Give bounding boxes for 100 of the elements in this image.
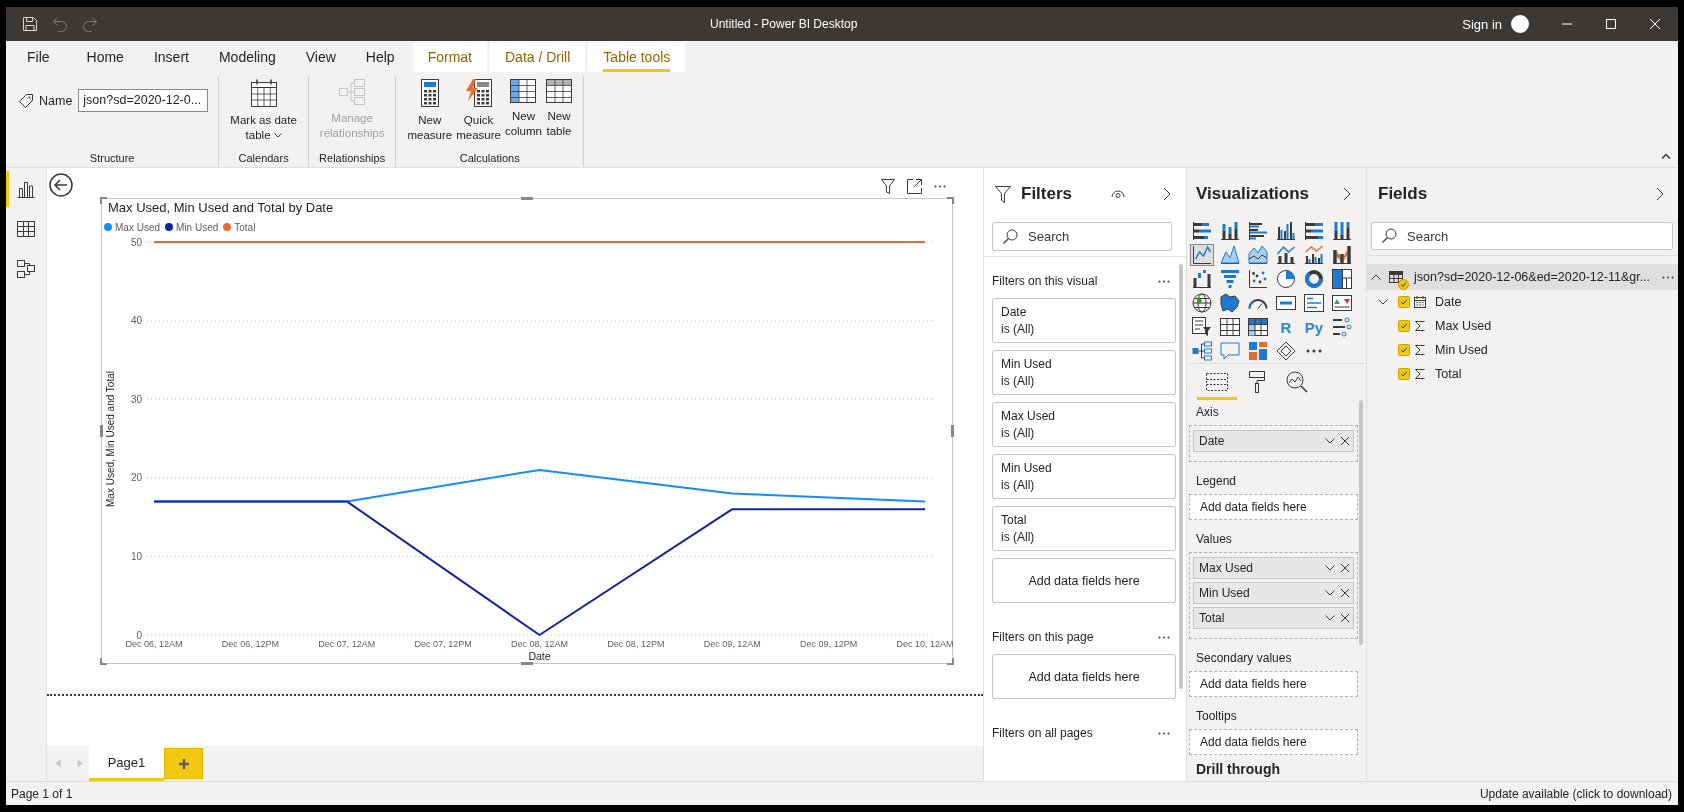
resize-handle[interactable] xyxy=(947,658,954,665)
visual-type-button[interactable] xyxy=(1330,292,1354,314)
scrollbar[interactable] xyxy=(1359,400,1363,645)
more-icon[interactable] xyxy=(1158,731,1170,735)
ribbon-tab[interactable]: Home xyxy=(71,42,139,72)
resize-handle[interactable] xyxy=(947,197,954,204)
close-icon[interactable] xyxy=(1341,437,1349,445)
chevron-down-icon[interactable] xyxy=(1325,438,1335,444)
new-column-button[interactable]: New column xyxy=(503,76,543,139)
field-name[interactable]: Min Used xyxy=(1435,343,1488,357)
visual-type-button[interactable] xyxy=(1218,316,1242,338)
ribbon-tab[interactable]: Data / Drill xyxy=(490,42,586,72)
new-measure-button[interactable]: New measure xyxy=(406,76,454,143)
filter-card[interactable]: Date is (All) xyxy=(992,298,1176,343)
field-pill[interactable]: Total xyxy=(1193,607,1354,629)
close-icon[interactable] xyxy=(1341,589,1349,597)
filter-card[interactable]: Total is (All) xyxy=(992,506,1176,551)
caret-up-icon[interactable] xyxy=(1661,153,1671,159)
more-icon[interactable] xyxy=(1662,275,1674,279)
ribbon-tab[interactable]: View xyxy=(290,42,351,72)
quick-measure-button[interactable]: Quick measure xyxy=(455,76,502,143)
visual-type-button[interactable] xyxy=(1330,316,1354,338)
chevron-down-icon[interactable] xyxy=(1325,590,1335,596)
visual-type-button[interactable] xyxy=(1246,316,1270,338)
field-pill[interactable]: Date xyxy=(1193,430,1354,452)
avatar-icon[interactable] xyxy=(1511,15,1529,33)
visual-type-button[interactable] xyxy=(1302,268,1326,290)
field-pill[interactable]: Min Used xyxy=(1193,582,1354,604)
visual-type-button[interactable] xyxy=(1302,244,1326,266)
resize-handle[interactable] xyxy=(100,658,107,665)
visual-type-button[interactable] xyxy=(1246,244,1270,266)
visual-type-button[interactable] xyxy=(1190,268,1214,290)
legend-label[interactable]: Total xyxy=(234,221,256,233)
checkbox[interactable] xyxy=(1398,296,1410,308)
visual-type-button[interactable] xyxy=(1190,220,1214,242)
filter-card[interactable]: Max Used is (All) xyxy=(992,402,1176,447)
more-icon[interactable] xyxy=(934,184,946,188)
new-table-button[interactable]: New table xyxy=(545,76,573,139)
back-icon[interactable] xyxy=(49,173,73,197)
chevron-down-icon[interactable] xyxy=(1378,299,1388,305)
visual-type-button[interactable] xyxy=(1218,244,1242,266)
visual-type-button[interactable] xyxy=(1190,316,1214,338)
filter-card[interactable]: Min Used is (All) xyxy=(992,350,1176,395)
ribbon-tab[interactable]: Help xyxy=(350,42,410,72)
table-name[interactable]: json?sd=2020-12-06&ed=2020-12-11&gr... xyxy=(1414,270,1662,284)
maximize-icon[interactable] xyxy=(1606,19,1616,29)
visual-type-button[interactable] xyxy=(1302,220,1326,242)
eye-icon[interactable] xyxy=(1110,189,1125,199)
visual-type-button[interactable] xyxy=(1246,220,1270,242)
chevron-down-icon[interactable] xyxy=(1325,565,1335,571)
visual-type-button[interactable] xyxy=(1274,340,1298,362)
table-row[interactable]: json?sd=2020-12-06&ed=2020-12-11&gr... xyxy=(1367,264,1678,290)
field-pill[interactable]: Max Used xyxy=(1193,557,1354,579)
ribbon-tab[interactable]: File xyxy=(12,42,65,72)
save-icon[interactable] xyxy=(22,16,38,32)
filter-card[interactable]: Min Used is (All) xyxy=(992,454,1176,499)
field-name[interactable]: Total xyxy=(1435,367,1462,381)
close-icon[interactable] xyxy=(1341,564,1349,572)
chevron-right-icon[interactable] xyxy=(1163,187,1171,201)
checkbox[interactable] xyxy=(1398,320,1410,332)
visual-type-button[interactable] xyxy=(1330,220,1354,242)
visual-type-button[interactable] xyxy=(1274,268,1298,290)
resize-handle[interactable] xyxy=(100,425,103,437)
more-icon[interactable] xyxy=(1158,279,1170,283)
visual-type-button[interactable] xyxy=(1218,220,1242,242)
update-link[interactable]: Update available (click to download) xyxy=(1479,786,1672,801)
visual-type-button[interactable] xyxy=(1330,268,1354,290)
checkbox[interactable] xyxy=(1398,344,1410,356)
chevron-down-icon[interactable] xyxy=(1325,615,1335,621)
legend-label[interactable]: Min Used xyxy=(176,221,219,233)
search-field[interactable]: Search xyxy=(992,222,1172,251)
chevron-right-icon[interactable] xyxy=(1343,187,1351,201)
checkbox[interactable] xyxy=(1398,368,1410,380)
visual-type-button[interactable] xyxy=(1190,340,1214,362)
resize-handle[interactable] xyxy=(521,197,533,200)
visual-type-button[interactable] xyxy=(1218,292,1242,314)
field-name[interactable]: Date xyxy=(1435,295,1462,309)
legend-label[interactable]: Max Used xyxy=(115,221,160,233)
visual-type-button[interactable] xyxy=(1190,244,1214,266)
ribbon-tab[interactable]: Format xyxy=(412,42,487,72)
visual-type-button[interactable] xyxy=(1302,292,1326,314)
visual-type-button[interactable] xyxy=(1274,244,1298,266)
visual-type-button[interactable] xyxy=(1190,292,1214,314)
search-field[interactable]: Search xyxy=(1371,222,1673,250)
visual-type-button[interactable] xyxy=(1246,268,1270,290)
close-icon[interactable] xyxy=(1341,614,1349,622)
visual-type-button[interactable] xyxy=(1330,244,1354,266)
scrollbar[interactable] xyxy=(1179,264,1183,689)
mark-as-date-table-button[interactable]: Mark as date table xyxy=(229,76,298,143)
page-tab[interactable]: Page1 xyxy=(89,746,164,781)
filter-icon[interactable] xyxy=(881,178,895,194)
more-icon[interactable] xyxy=(1158,635,1170,639)
resize-handle[interactable] xyxy=(951,425,954,437)
ribbon-tab[interactable]: Table tools xyxy=(588,42,686,72)
sign-in-link[interactable]: Sign in xyxy=(1462,16,1502,32)
resize-handle[interactable] xyxy=(521,662,533,665)
ribbon-tab[interactable]: Insert xyxy=(138,42,204,72)
ribbon-tab[interactable]: Modeling xyxy=(203,42,291,72)
chevron-right-icon[interactable] xyxy=(1656,187,1664,201)
add-page-button[interactable] xyxy=(164,748,203,779)
